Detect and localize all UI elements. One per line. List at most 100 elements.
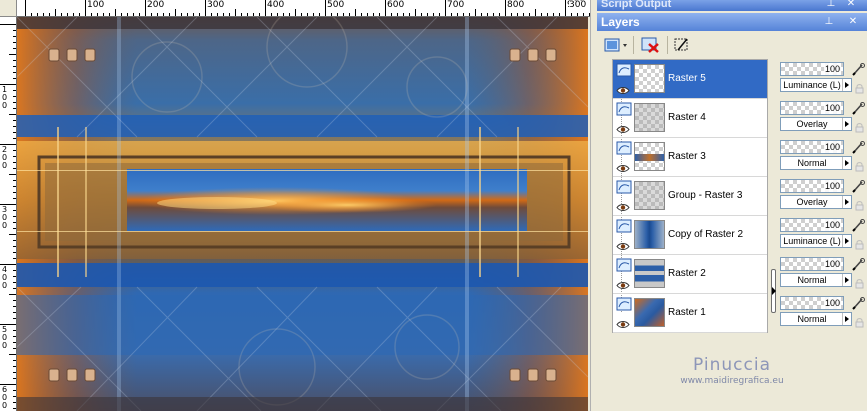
blend-mode-value: Overlay [796, 119, 828, 129]
ruler-corner [0, 0, 17, 17]
artwork [17, 17, 588, 411]
layer-thumbnail [634, 103, 665, 132]
new-layer-button[interactable] [603, 35, 629, 55]
layer-row[interactable]: Raster 1 [613, 294, 767, 333]
dropdown-arrow-icon[interactable] [842, 79, 851, 91]
opacity-slider[interactable]: 100 [780, 62, 844, 76]
blend-mode-select[interactable]: Normal [780, 273, 852, 287]
blend-mode-select[interactable]: Overlay [780, 195, 852, 209]
ruler-label: 1 0 0 [2, 85, 8, 110]
watermark-url: www.maidiregrafica.eu [680, 376, 784, 386]
delete-layer-button[interactable] [639, 35, 663, 55]
blend-mode-value: Overlay [796, 197, 828, 207]
ruler-label: 6 0 0 [2, 385, 8, 410]
lock-transparency-icon[interactable] [854, 237, 865, 250]
raster-layer-icon [616, 219, 632, 233]
dropdown-arrow-icon[interactable] [842, 274, 851, 286]
raster-layer-icon [616, 102, 632, 116]
layer-row[interactable]: Raster 3 [613, 138, 767, 177]
raster-layer-icon [616, 180, 632, 194]
edit-brush-icon[interactable] [852, 141, 866, 154]
opacity-slider[interactable]: 100 [780, 179, 844, 193]
layer-properties-row: 100 Luminance (L) [780, 59, 867, 98]
lock-transparency-icon[interactable] [854, 159, 865, 172]
layer-row[interactable]: Group - Raster 3 [613, 177, 767, 216]
close-icon[interactable]: ✕ [845, 0, 857, 10]
pin-icon[interactable]: ⊥ [823, 16, 835, 28]
layer-thumbnail [634, 259, 665, 288]
opacity-value: 100 [823, 141, 841, 153]
blend-mode-select[interactable]: Normal [780, 312, 852, 326]
dropdown-arrow-icon[interactable] [842, 235, 851, 247]
layer-row[interactable]: Raster 5 [613, 60, 767, 99]
pin-icon[interactable]: ⊥ [825, 0, 837, 10]
ruler-label: 800 [507, 0, 525, 10]
canvas-area: 100200300400500600700800900300 1 0 02 0 … [0, 0, 597, 411]
blend-mode-select[interactable]: Luminance (L) [780, 78, 852, 92]
layer-row[interactable]: Copy of Raster 2 [613, 216, 767, 255]
panel-splitter[interactable] [770, 59, 778, 333]
dropdown-arrow-icon[interactable] [842, 157, 851, 169]
visibility-eye-icon[interactable] [616, 277, 630, 289]
visibility-eye-icon[interactable] [616, 160, 630, 172]
ruler-label: 2 0 0 [2, 145, 8, 170]
horizontal-ruler: 100200300400500600700800900300 [17, 0, 590, 17]
visibility-eye-icon[interactable] [616, 316, 630, 328]
layer-properties-row: 100 Normal [780, 254, 867, 293]
edit-brush-icon[interactable] [852, 297, 866, 310]
edit-brush-icon[interactable] [852, 63, 866, 76]
dropdown-arrow-icon[interactable] [842, 196, 851, 208]
visibility-eye-icon[interactable] [616, 238, 630, 250]
blend-mode-select[interactable]: Overlay [780, 117, 852, 131]
opacity-slider[interactable]: 100 [780, 257, 844, 271]
opacity-value: 100 [823, 219, 841, 231]
layer-name: Raster 4 [668, 112, 706, 123]
raster-layer-icon [616, 258, 632, 272]
opacity-slider[interactable]: 100 [780, 296, 844, 310]
close-icon[interactable]: ✕ [847, 16, 859, 28]
layer-name: Raster 2 [668, 268, 706, 279]
layer-thumbnail [634, 220, 665, 249]
ruler-label: 300 [207, 0, 225, 10]
image-canvas[interactable] [17, 17, 588, 411]
ruler-label: 3 0 0 [2, 205, 8, 230]
layers-titlebar[interactable]: Layers ⊥ ✕ [597, 13, 867, 31]
properties-icon [674, 38, 688, 51]
lock-transparency-icon[interactable] [854, 315, 865, 328]
ruler-label: 200 [147, 0, 165, 10]
visibility-eye-icon[interactable] [616, 199, 630, 211]
ruler-label: 4 0 0 [2, 265, 8, 290]
visibility-eye-icon[interactable] [616, 121, 630, 133]
delete-layer-icon [641, 37, 659, 53]
blend-mode-select[interactable]: Luminance (L) [780, 234, 852, 248]
opacity-slider[interactable]: 100 [780, 218, 844, 232]
lock-transparency-icon[interactable] [854, 120, 865, 133]
opacity-value: 100 [823, 258, 841, 270]
layer-properties: 100 Luminance (L) 100 Overlay 100 Normal 100 Ov… [780, 59, 867, 333]
layer-row[interactable]: Raster 2 [613, 255, 767, 294]
script-output-titlebar[interactable]: Script Output ⊥ ✕ [597, 0, 867, 11]
dropdown-arrow-icon[interactable] [842, 118, 851, 130]
splitter-grip[interactable] [771, 269, 776, 313]
edit-brush-icon[interactable] [852, 258, 866, 271]
layer-properties-row: 100 Normal [780, 293, 867, 332]
edit-brush-icon[interactable] [852, 180, 866, 193]
blend-mode-select[interactable]: Normal [780, 156, 852, 170]
dropdown-arrow-icon[interactable] [842, 313, 851, 325]
layer-properties-row: 100 Overlay [780, 176, 867, 215]
layer-properties-row: 100 Overlay [780, 98, 867, 137]
visibility-eye-icon[interactable] [616, 82, 630, 94]
layer-properties-button[interactable] [671, 35, 693, 55]
canvas-vertical-scrollbar[interactable] [590, 0, 597, 411]
lock-transparency-icon[interactable] [854, 276, 865, 289]
layer-row[interactable]: Raster 4 [613, 99, 767, 138]
layer-thumbnail [634, 142, 665, 171]
lock-transparency-icon[interactable] [854, 198, 865, 211]
new-raster-layer-icon [604, 38, 627, 52]
edit-brush-icon[interactable] [852, 219, 866, 232]
edit-brush-icon[interactable] [852, 102, 866, 115]
lock-transparency-icon[interactable] [854, 81, 865, 94]
opacity-slider[interactable]: 100 [780, 101, 844, 115]
opacity-slider[interactable]: 100 [780, 140, 844, 154]
ruler-label: 5 0 0 [2, 325, 8, 350]
